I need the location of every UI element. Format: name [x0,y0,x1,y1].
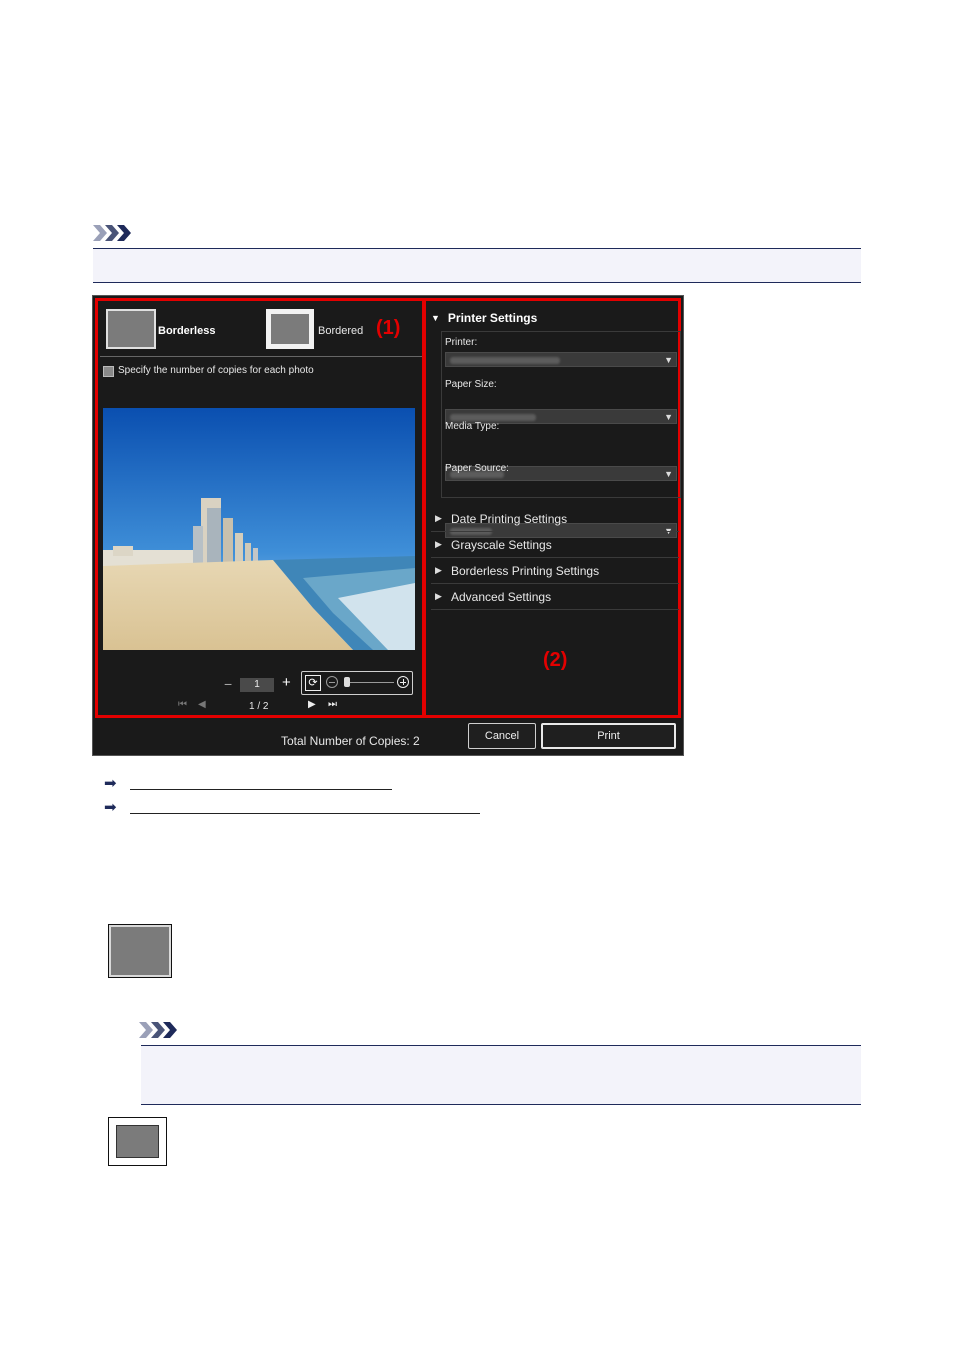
advanced-settings-row[interactable]: ▶ Advanced Settings [431,584,679,610]
collapsed-triangle-icon: ▶ [435,539,442,549]
zoom-out-icon[interactable] [326,676,338,688]
divider [100,356,422,357]
section-label: Grayscale Settings [451,537,552,552]
borderless-layout-label: Borderless [158,325,216,337]
borderless-layout-icon [108,924,172,978]
zoom-slider-track[interactable] [344,682,394,683]
callout-label-2: (2) [543,649,568,671]
collapsed-triangle-icon: ▶ [435,591,442,601]
increase-copies-button[interactable]: + [282,674,291,691]
preview-area-region: Borderless Bordered (1) Specify the numb… [95,298,425,718]
date-printing-settings-row[interactable]: ▶ Date Printing Settings [431,506,679,532]
section-label: Borderless Printing Settings [451,563,600,578]
print-settings-dialog: Borderless Bordered (1) Specify the numb… [92,295,684,756]
link-underline[interactable] [130,788,392,790]
expanded-triangle-icon: ▼ [431,313,440,323]
link-item[interactable]: ➡ [104,798,124,816]
note-icon [139,1021,179,1039]
note-icon [93,224,133,242]
zoom-in-icon[interactable] [397,676,409,688]
printer-field-label: Printer: [445,337,478,348]
photo-preview [103,408,415,650]
printer-settings-header[interactable]: ▼ Printer Settings [431,311,537,325]
borderless-printing-settings-row[interactable]: ▶ Borderless Printing Settings [431,558,679,584]
printer-select[interactable]: ▼ [445,352,677,367]
cancel-button[interactable]: Cancel [468,723,536,749]
paper-source-field-label: Paper Source: [445,463,509,474]
previous-page-icon[interactable]: ◀ [198,699,206,710]
collapsed-triangle-icon: ▶ [435,513,442,523]
zoom-slider-handle[interactable] [344,677,350,687]
borderless-layout-thumbnail[interactable] [106,309,156,349]
bordered-layout-thumbnail[interactable] [266,309,314,349]
decrease-copies-button[interactable]: − [224,676,232,692]
arrow-right-icon: ➡ [104,775,117,792]
link-item[interactable]: ➡ [104,774,124,792]
settings-area-region: ▼ Printer Settings Printer: ▼ Paper Size… [423,298,681,718]
collapsed-sections: ▶ Date Printing Settings ▶ Grayscale Set… [431,506,679,610]
bordered-layout-label: Bordered [318,325,364,337]
next-page-icon[interactable]: ▶ [308,699,316,710]
collapsed-triangle-icon: ▶ [435,565,442,575]
total-copies-label: Total Number of Copies: 2 [281,734,420,748]
copies-per-photo-checkbox[interactable] [103,366,114,377]
first-page-icon[interactable]: ⏮ [178,699,187,710]
printer-settings-panel: Printer: ▼ Paper Size: ▼ Media Type: ▼ P… [441,331,681,538]
paper-size-field-label: Paper Size: [445,379,497,390]
page-indicator: 1 / 2 [249,701,269,712]
zoom-controls: ⟳ [301,671,413,695]
rotate-icon[interactable]: ⟳ [305,675,321,691]
callout-label-1: (1) [376,317,401,339]
note-panel [93,248,861,283]
section-label: Advanced Settings [451,589,552,604]
grayscale-settings-row[interactable]: ▶ Grayscale Settings [431,532,679,558]
copies-input[interactable]: 1 [240,678,274,692]
last-page-icon[interactable]: ⏭ [328,699,337,710]
printer-settings-title: Printer Settings [447,311,538,325]
print-button[interactable]: Print [541,723,676,749]
copies-per-photo-label: Specify the number of copies for each ph… [118,365,314,376]
section-label: Date Printing Settings [451,511,568,526]
media-type-field-label: Media Type: [445,421,500,432]
link-underline[interactable] [130,812,480,814]
bordered-layout-icon [108,1117,167,1166]
note-panel [141,1045,861,1105]
arrow-right-icon: ➡ [104,799,117,816]
